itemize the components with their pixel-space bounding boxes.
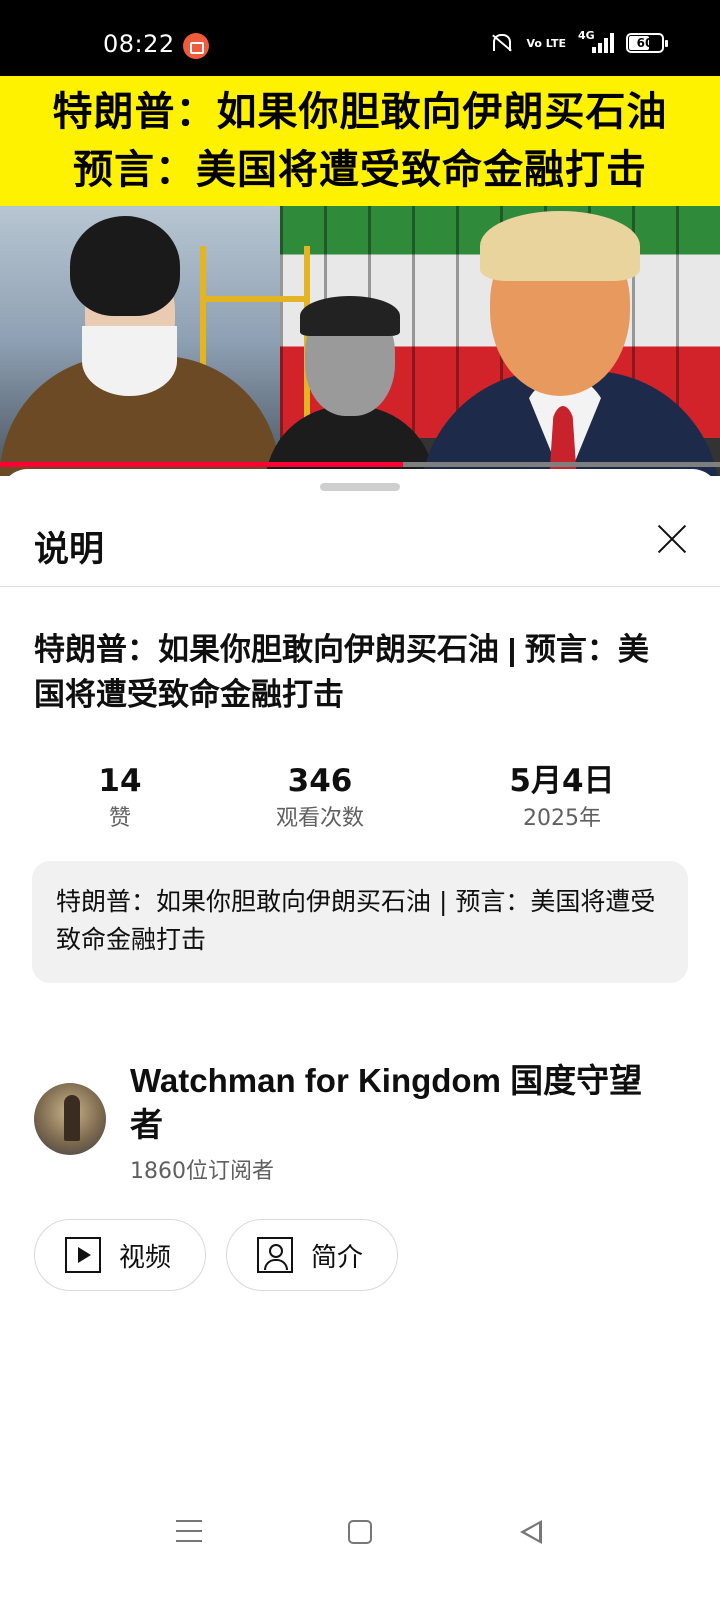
- publish-year: 2025年: [523, 806, 601, 831]
- video-player[interactable]: 特朗普：如果你胆敢向伊朗买石油 预言：美国将遭受致命金融打击: [0, 76, 720, 476]
- subscriber-count: 1860位订阅者: [130, 1159, 274, 1184]
- thumbnail-headline-1: 特朗普：如果你胆敢向伊朗买石油: [52, 89, 668, 135]
- likes-stat: 14 赞: [20, 761, 220, 837]
- screen-record-icon: [183, 33, 209, 59]
- about-button[interactable]: 简介: [226, 1219, 398, 1291]
- status-bar: 08:22 Vo LTE 4G 60: [0, 0, 720, 76]
- views-stat: 346 观看次数: [220, 761, 420, 837]
- back-icon[interactable]: [520, 1520, 544, 1544]
- progress-played: [0, 462, 404, 467]
- status-time: 08:22: [103, 30, 175, 58]
- system-nav-bar: [0, 1520, 720, 1600]
- publish-date: 5月4日: [509, 763, 615, 799]
- mute-icon: [488, 32, 514, 54]
- volte-indicator: Vo LTE: [526, 36, 566, 50]
- thumbnail-banner: 特朗普：如果你胆敢向伊朗买石油 预言：美国将遭受致命金融打击: [0, 76, 720, 206]
- video-title: 特朗普：如果你胆敢向伊朗买石油 | 预言：美国将遭受致命金融打击: [34, 632, 649, 712]
- close-icon[interactable]: [652, 519, 692, 559]
- video-stats: 14 赞 346 观看次数 5月4日 2025年: [0, 761, 720, 841]
- videos-button-label: 视频: [119, 1242, 172, 1273]
- signal-icon: 4G: [578, 29, 614, 53]
- description-text: 特朗普：如果你胆敢向伊朗买石油 | 预言：美国将遭受致命金融打击: [32, 861, 688, 983]
- battery-icon: 60: [626, 33, 668, 53]
- thumbnail-image: [0, 206, 720, 476]
- sheet-header: 说明: [0, 509, 720, 587]
- likes-label: 赞: [108, 806, 131, 831]
- date-stat: 5月4日 2025年: [462, 761, 662, 837]
- drag-handle[interactable]: [320, 483, 400, 491]
- thumbnail-headline-2: 预言：美国将遭受致命金融打击: [73, 147, 647, 193]
- video-progress-bar[interactable]: [0, 462, 720, 467]
- channel-info[interactable]: Watchman for Kingdom 国度守望者 1860位订阅者: [0, 1059, 720, 1189]
- play-icon: [65, 1237, 101, 1273]
- channel-avatar[interactable]: [34, 1083, 106, 1155]
- views-count: 346: [287, 763, 353, 799]
- home-icon[interactable]: [348, 1520, 372, 1544]
- views-label: 观看次数: [275, 806, 364, 831]
- status-icons: Vo LTE 4G 60: [488, 29, 668, 54]
- videos-button[interactable]: 视频: [34, 1219, 206, 1291]
- description-sheet: 说明 特朗普：如果你胆敢向伊朗买石油 | 预言：美国将遭受致命金融打击 14 赞…: [0, 469, 720, 1600]
- channel-name[interactable]: Watchman for Kingdom 国度守望者: [130, 1059, 650, 1147]
- about-button-label: 简介: [311, 1242, 364, 1273]
- sheet-title: 说明: [34, 530, 105, 569]
- person-icon: [257, 1237, 293, 1273]
- likes-count: 14: [98, 763, 142, 799]
- battery-level: 60: [636, 36, 654, 50]
- recents-icon[interactable]: [176, 1520, 202, 1542]
- network-type: 4G: [578, 29, 595, 42]
